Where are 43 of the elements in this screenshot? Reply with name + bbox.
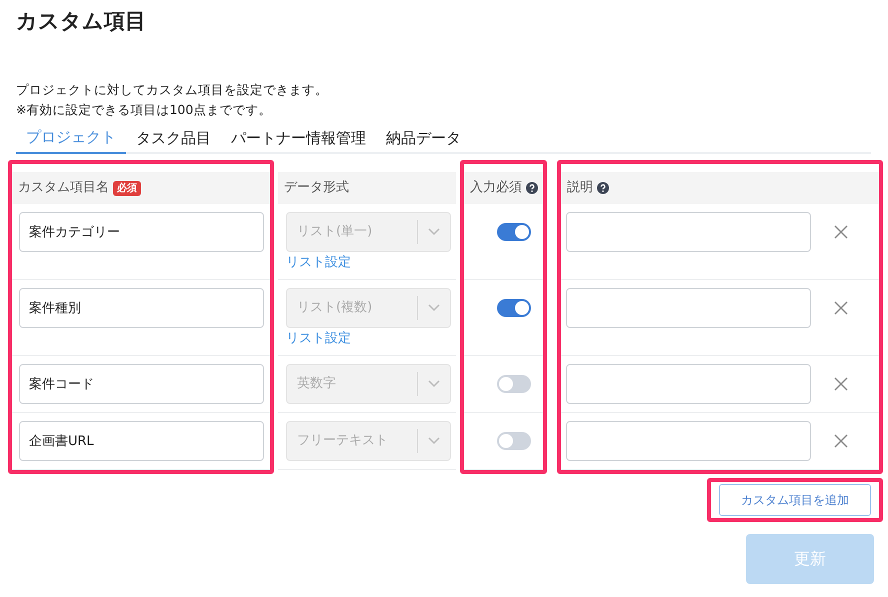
page-title: カスタム項目 [16, 8, 146, 35]
required-toggle[interactable] [497, 375, 531, 393]
chevron-down-icon [428, 228, 440, 236]
column-title: 説明 [567, 179, 593, 198]
description-field[interactable] [566, 212, 811, 252]
close-button[interactable] [833, 224, 849, 240]
description-field[interactable] [566, 421, 811, 461]
required-badge: 必須 [113, 180, 141, 196]
format-select[interactable]: フリーテキスト [286, 421, 451, 461]
required-toggle[interactable] [497, 299, 531, 317]
close-icon [834, 377, 848, 391]
description-text: プロジェクトに対してカスタム項目を設定できます。 [16, 81, 329, 99]
close-button[interactable] [833, 300, 849, 316]
list-settings-link[interactable]: リスト設定 [286, 329, 351, 348]
column-title: カスタム項目名 [18, 179, 109, 198]
name-field[interactable]: 案件種別 [19, 288, 264, 328]
description-field[interactable] [566, 288, 811, 328]
chevron-down-icon [428, 437, 440, 445]
close-button[interactable] [833, 433, 849, 449]
name-field[interactable]: 案件コード [19, 364, 264, 404]
close-icon [834, 301, 848, 315]
column-title: 入力必須 [470, 179, 522, 198]
close-icon [834, 225, 848, 239]
chevron-down-icon [428, 380, 440, 388]
name-field[interactable]: 企画書URL [19, 421, 264, 461]
description-text: ※有効に設定できる項目は100点までです。 [16, 101, 272, 119]
required-toggle[interactable] [497, 223, 531, 241]
required-toggle[interactable] [497, 432, 531, 450]
tab[interactable]: パートナー情報管理 [221, 122, 376, 154]
tab[interactable]: 納品データ [376, 122, 471, 154]
format-select[interactable]: 英数字 [286, 364, 451, 404]
add-custom-field-button[interactable]: カスタム項目を追加 [719, 484, 871, 516]
chevron-down-icon [428, 304, 440, 312]
description-field[interactable] [566, 364, 811, 404]
tab[interactable]: プロジェクト [16, 122, 126, 154]
close-button[interactable] [833, 376, 849, 392]
format-select[interactable]: リスト(単一) [286, 212, 451, 252]
close-icon [834, 434, 848, 448]
tab[interactable]: タスク品目 [126, 122, 221, 154]
format-select[interactable]: リスト(複数) [286, 288, 451, 328]
list-settings-link[interactable]: リスト設定 [286, 253, 351, 272]
name-field[interactable]: 案件カテゴリー [19, 212, 264, 252]
column-title: データ形式 [284, 179, 349, 198]
